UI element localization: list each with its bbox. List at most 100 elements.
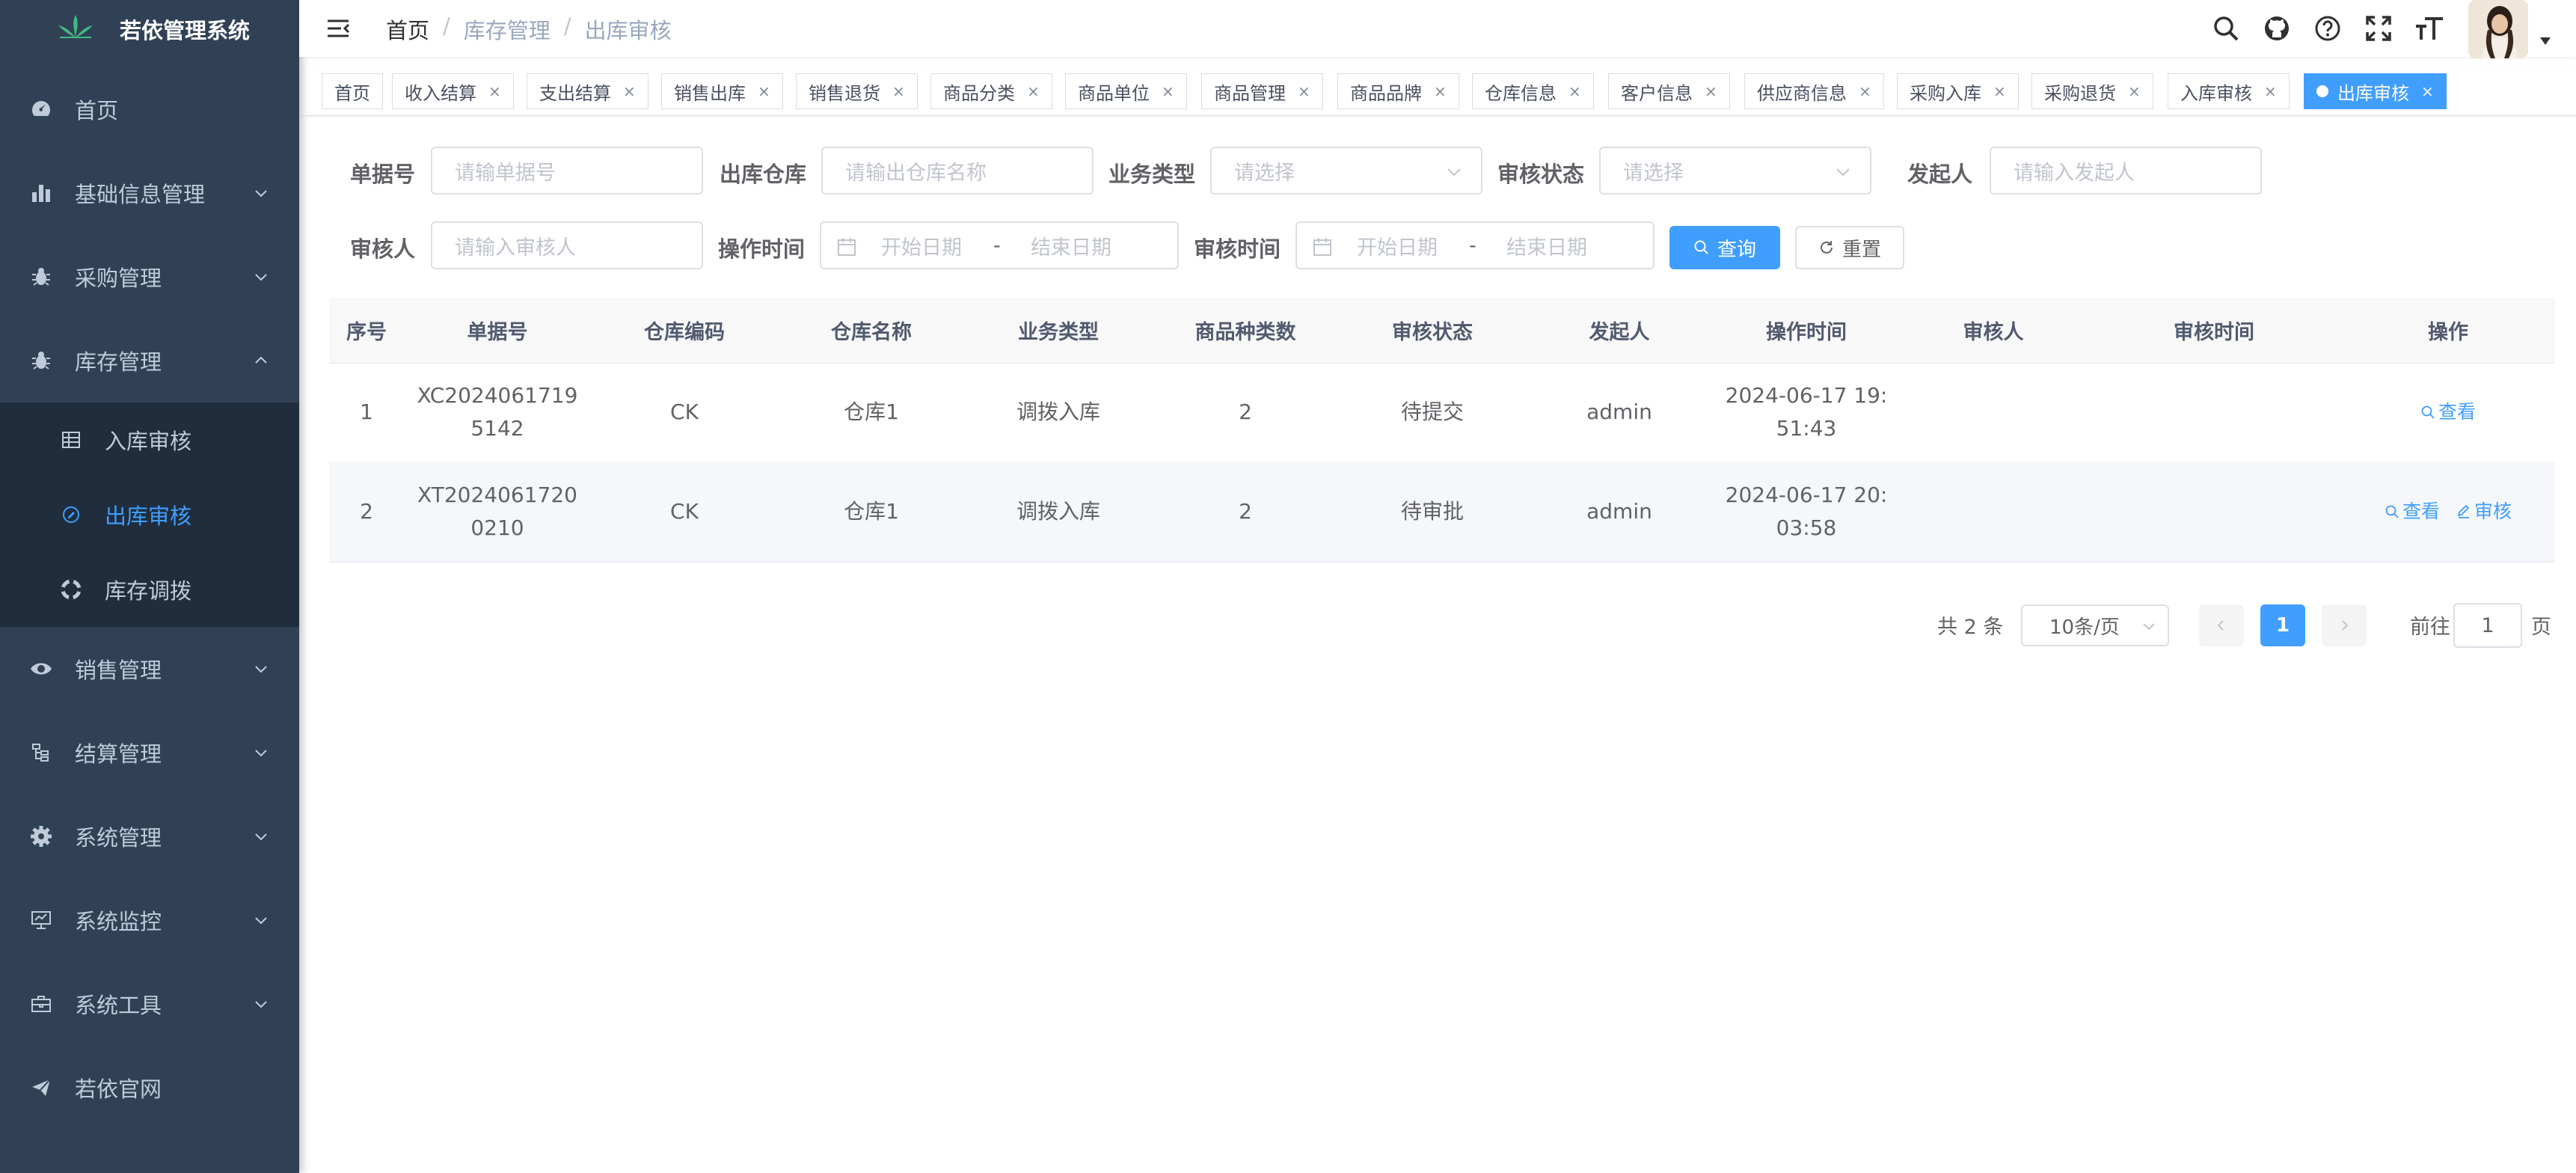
- audit-button[interactable]: 审核: [2456, 495, 2512, 528]
- tag-inbound-audit[interactable]: 入库审核 ×: [2168, 73, 2290, 109]
- close-icon[interactable]: ×: [2128, 82, 2141, 100]
- initiator-label: 发起人: [1907, 162, 1973, 187]
- tag-product-brand[interactable]: 商品品牌 ×: [1337, 73, 1459, 109]
- avatar[interactable]: [2468, 0, 2528, 58]
- sidebar-item-inbound-audit[interactable]: 入库审核: [0, 402, 299, 477]
- goto-page-input[interactable]: 1: [2453, 603, 2522, 648]
- next-page-button[interactable]: [2322, 604, 2367, 646]
- sidebar-item-sales[interactable]: 销售管理: [0, 627, 299, 711]
- close-icon[interactable]: ×: [2421, 82, 2434, 100]
- hamburger-icon[interactable]: [325, 15, 352, 42]
- github-icon[interactable]: [2260, 12, 2293, 45]
- tag-warehouse-info[interactable]: 仓库信息 ×: [1472, 73, 1594, 109]
- audit-time-start[interactable]: 开始日期: [1357, 231, 1438, 260]
- sidebar-item-inventory[interactable]: 库存管理: [0, 319, 299, 402]
- tag-sales-outbound[interactable]: 销售出库 ×: [661, 73, 783, 109]
- sidebar-item-monitor[interactable]: 系统监控: [0, 878, 299, 962]
- audit-time-label: 审核时间: [1194, 236, 1281, 262]
- audit-status-select[interactable]: 请选择: [1599, 147, 1871, 195]
- breadcrumb-home[interactable]: 首页: [386, 13, 429, 45]
- sidebar-item-outbound-audit[interactable]: 出库审核: [0, 477, 299, 552]
- close-icon[interactable]: ×: [1568, 82, 1581, 100]
- close-icon[interactable]: ×: [1993, 82, 2006, 100]
- cell-product-kinds: 2: [1239, 498, 1252, 524]
- tag-product-unit[interactable]: 商品单位 ×: [1065, 73, 1187, 109]
- audit-time-end[interactable]: 结束日期: [1506, 231, 1587, 260]
- doc-no-placeholder: 请输单据号: [455, 161, 556, 185]
- sidebar-item-website[interactable]: 若依官网: [0, 1046, 299, 1130]
- close-icon[interactable]: ×: [1027, 82, 1040, 100]
- cell-audit-status: 待提交: [1400, 399, 1464, 424]
- close-icon[interactable]: ×: [488, 82, 501, 100]
- op-time-range[interactable]: 开始日期 - 结束日期: [820, 221, 1179, 269]
- close-icon[interactable]: ×: [758, 82, 770, 100]
- tag-label: 采购退货: [2044, 82, 2116, 104]
- table-header: 序号 单据号 仓库编码 仓库名称 业务类型 商品种类数 审核状态 发起人 操作时…: [329, 298, 2555, 364]
- chevron-up-icon: [255, 356, 267, 364]
- column-header: 序号: [346, 320, 387, 344]
- tag-income-settlement[interactable]: 收入结算 ×: [392, 73, 514, 109]
- audit-time-range[interactable]: 开始日期 - 结束日期: [1295, 221, 1655, 269]
- close-icon[interactable]: ×: [623, 82, 636, 100]
- op-time-end[interactable]: 结束日期: [1031, 231, 1111, 260]
- close-icon[interactable]: ×: [1298, 82, 1310, 100]
- app-title: 若依管理系统: [120, 18, 251, 43]
- close-icon[interactable]: ×: [1434, 82, 1447, 100]
- caret-down-icon[interactable]: [2540, 37, 2551, 45]
- out-warehouse-input[interactable]: 请输出仓库名称: [821, 147, 1094, 195]
- cell-warehouse-name: 仓库1: [844, 399, 899, 424]
- tag-purchase-inbound[interactable]: 采购入库 ×: [1897, 73, 2019, 109]
- sidebar-item-system[interactable]: 系统管理: [0, 794, 299, 878]
- logo[interactable]: 若依管理系统: [0, 0, 299, 57]
- view-button[interactable]: 查看: [2420, 396, 2476, 429]
- cell-audit-status: 待审批: [1400, 498, 1464, 524]
- goto-page-value: 1: [2481, 613, 2494, 637]
- sidebar-item-settlement[interactable]: 结算管理: [0, 711, 299, 794]
- sidebar-item-label: 若依官网: [75, 1076, 162, 1102]
- tag-outbound-audit[interactable]: 出库审核 ×: [2304, 73, 2447, 109]
- column-header: 操作: [2428, 320, 2468, 344]
- calendar-icon: [1313, 238, 1331, 256]
- sidebar-item-purchase[interactable]: 采购管理: [0, 235, 299, 319]
- page-number-button[interactable]: 1: [2260, 604, 2305, 646]
- search-icon[interactable]: [2209, 12, 2242, 45]
- avatar-image: [2468, 0, 2528, 58]
- initiator-input[interactable]: 请输入发起人: [1990, 147, 2262, 195]
- tag-supplier-info[interactable]: 供应商信息 ×: [1744, 73, 1884, 109]
- question-icon[interactable]: [2311, 12, 2344, 45]
- close-icon[interactable]: ×: [1859, 82, 1871, 100]
- tag-sales-return[interactable]: 销售退货 ×: [796, 73, 918, 109]
- table-row: 2 XT20240617200210 CK 仓库1 调拨入库 2 待审批 adm…: [329, 462, 2555, 563]
- sidebar-item-home[interactable]: 首页: [0, 67, 299, 151]
- tag-product-category[interactable]: 商品分类 ×: [930, 73, 1052, 109]
- auditor-input[interactable]: 请输入审核人: [431, 221, 703, 269]
- tree-icon: [28, 740, 54, 765]
- close-icon[interactable]: ×: [892, 82, 905, 100]
- chevron-down-icon: [255, 190, 267, 197]
- biz-type-select[interactable]: 请选择: [1210, 147, 1482, 195]
- audit-button-label: 审核: [2474, 500, 2512, 522]
- tag-purchase-return[interactable]: 采购退货 ×: [2031, 73, 2153, 109]
- page-size-select[interactable]: 10条/页: [2021, 604, 2169, 646]
- tag-customer-info[interactable]: 客户信息 ×: [1608, 73, 1730, 109]
- prev-page-button[interactable]: [2199, 604, 2244, 646]
- tag-expense-settlement[interactable]: 支出结算 ×: [527, 73, 648, 109]
- sidebar-item-tools[interactable]: 系统工具: [0, 962, 299, 1046]
- close-icon[interactable]: ×: [1162, 82, 1174, 100]
- sidebar-item-transfer[interactable]: 库存调拨: [0, 552, 299, 627]
- tag-home[interactable]: 首页: [322, 73, 383, 109]
- doc-no-input[interactable]: 请输单据号: [431, 147, 703, 195]
- cell-warehouse-code: CK: [670, 399, 699, 424]
- op-time-start[interactable]: 开始日期: [881, 231, 962, 260]
- reset-button[interactable]: 重置: [1795, 226, 1904, 269]
- breadcrumb-separator: /: [443, 13, 450, 39]
- sidebar-item-basic-info[interactable]: 基础信息管理: [0, 151, 299, 235]
- search-button[interactable]: 查询: [1669, 226, 1780, 269]
- close-icon[interactable]: ×: [2264, 82, 2277, 100]
- tag-product-management[interactable]: 商品管理 ×: [1201, 73, 1323, 109]
- dashboard-icon: [28, 97, 54, 122]
- fullscreen-icon[interactable]: [2362, 12, 2395, 45]
- font-size-icon[interactable]: [2413, 12, 2446, 45]
- close-icon[interactable]: ×: [1705, 82, 1717, 100]
- view-button[interactable]: 查看: [2385, 495, 2440, 528]
